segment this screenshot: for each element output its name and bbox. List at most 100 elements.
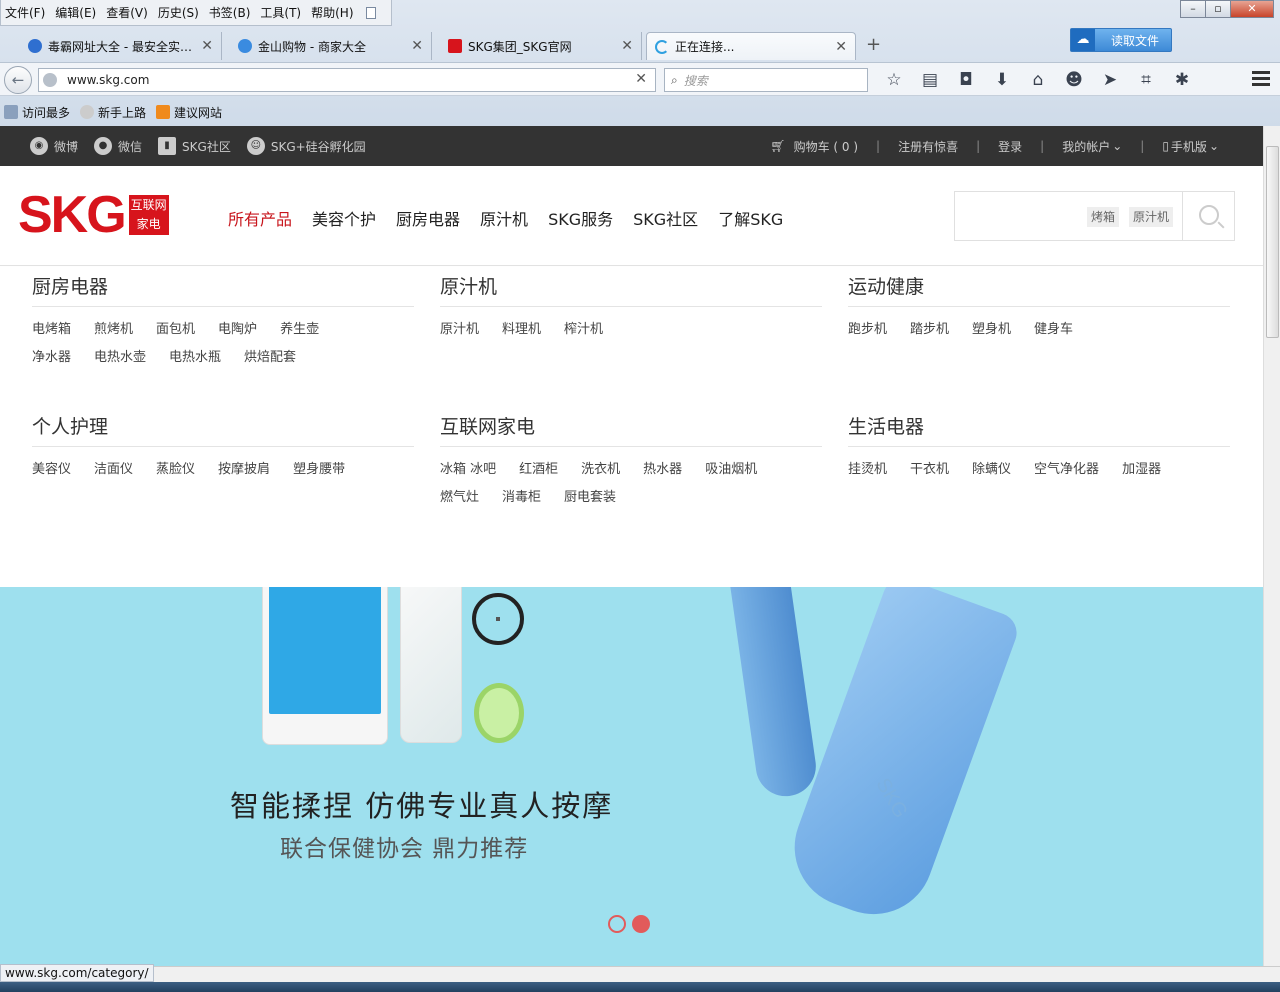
menu-bookmarks[interactable]: 书签(B) <box>209 4 251 21</box>
bookmark-most-visited[interactable]: 访问最多 <box>4 104 70 121</box>
category-item[interactable]: 消毒柜 <box>502 484 541 512</box>
send-icon[interactable]: ➤ <box>1092 67 1128 93</box>
nav-all-products[interactable]: 所有产品 <box>228 206 292 230</box>
tab-jinshan[interactable]: 金山购物 - 商家大全 ✕ <box>230 32 432 60</box>
new-tab-button[interactable]: + <box>866 34 881 55</box>
category-item[interactable]: 美容仪 <box>32 456 71 484</box>
minimize-button[interactable]: – <box>1180 0 1206 18</box>
category-item[interactable]: 吸油烟机 <box>705 456 757 484</box>
category-item[interactable]: 燃气灶 <box>440 484 479 512</box>
category-item[interactable]: 原汁机 <box>440 316 479 344</box>
skg-community-link[interactable]: ▮ SKG社区 <box>158 137 231 155</box>
cart-icon[interactable]: 🛒︎ <box>770 139 785 153</box>
home-icon[interactable]: ⌂ <box>1020 67 1056 93</box>
mobile-link[interactable]: 手机版 <box>1171 138 1207 155</box>
browser-search-input[interactable]: ⌕ 搜索 <box>664 68 868 92</box>
close-tab-icon[interactable]: ✕ <box>411 38 423 54</box>
search-chip-juicer[interactable]: 原汁机 <box>1129 207 1174 227</box>
category-item[interactable]: 电烤箱 <box>32 316 71 344</box>
category-item[interactable]: 电陶炉 <box>218 316 257 344</box>
category-item[interactable]: 踏步机 <box>910 316 949 344</box>
pocket-icon[interactable]: ◘ <box>948 67 984 93</box>
category-item[interactable]: 热水器 <box>643 456 682 484</box>
category-title[interactable]: 生活电器 <box>848 407 1230 447</box>
cart-link[interactable]: 购物车 ( 0 ) <box>794 138 858 155</box>
category-item[interactable]: 干衣机 <box>910 456 949 484</box>
category-title[interactable]: 厨房电器 <box>32 267 414 307</box>
category-item[interactable]: 养生壶 <box>280 316 319 344</box>
screenshot-crop-icon[interactable]: ⌗ <box>1128 67 1164 93</box>
close-tab-icon[interactable]: ✕ <box>201 38 213 54</box>
back-button[interactable]: ← <box>4 66 32 94</box>
page-icon[interactable] <box>365 6 376 19</box>
read-file-button[interactable]: ☁ 读取文件 <box>1070 28 1172 52</box>
login-link[interactable]: 登录 <box>998 138 1022 155</box>
stop-loading-icon[interactable]: ✕ <box>635 71 647 87</box>
close-window-button[interactable]: ✕ <box>1230 0 1274 18</box>
nav-service[interactable]: SKG服务 <box>548 206 613 230</box>
bookmarks-list-icon[interactable]: ▤ <box>912 67 948 93</box>
category-item[interactable]: 塑身机 <box>972 316 1011 344</box>
url-bar[interactable]: www.skg.com ✕ <box>38 68 656 92</box>
carousel-dot-2[interactable] <box>632 915 650 933</box>
nav-about[interactable]: 了解SKG <box>718 206 783 230</box>
hero-banner[interactable]: 智能揉捏 仿佛专业真人按摩 联合保健协会 鼎力推荐 SKG <box>0 587 1263 966</box>
category-item[interactable]: 除螨仪 <box>972 456 1011 484</box>
category-item[interactable]: 蒸脸仪 <box>156 456 195 484</box>
category-title[interactable]: 个人护理 <box>32 407 414 447</box>
category-title[interactable]: 原汁机 <box>440 267 822 307</box>
nav-juicer[interactable]: 原汁机 <box>480 206 528 230</box>
tab-skg[interactable]: SKG集团_SKG官网 ✕ <box>440 32 642 60</box>
menu-file[interactable]: 文件(F) <box>5 4 45 21</box>
menu-edit[interactable]: 编辑(E) <box>55 4 96 21</box>
category-item[interactable]: 煎烤机 <box>94 316 133 344</box>
category-item[interactable]: 跑步机 <box>848 316 887 344</box>
nav-community[interactable]: SKG社区 <box>633 206 698 230</box>
bookmark-star-icon[interactable]: ☆ <box>876 67 912 93</box>
tab-duba[interactable]: 毒霸网址大全 - 最安全实… ✕ <box>20 32 222 60</box>
category-item[interactable]: 净水器 <box>32 344 71 372</box>
category-item[interactable]: 烘焙配套 <box>244 344 296 372</box>
skg-logo[interactable]: SKG 互联网 家电 <box>18 189 169 241</box>
vertical-scrollbar[interactable] <box>1263 126 1280 966</box>
scrollbar-thumb[interactable] <box>1266 146 1279 338</box>
extension-icon[interactable]: ✱ <box>1164 67 1200 93</box>
menu-view[interactable]: 查看(V) <box>106 4 148 21</box>
silicon-valley-link[interactable]: ☺ SKG+硅谷孵化园 <box>246 137 366 155</box>
nav-kitchen[interactable]: 厨房电器 <box>396 206 460 230</box>
category-item[interactable]: 料理机 <box>502 316 541 344</box>
weibo-link[interactable]: ◉ 微博 <box>30 137 78 155</box>
category-item[interactable]: 空气净化器 <box>1034 456 1099 484</box>
maximize-button[interactable]: ▫ <box>1205 0 1231 18</box>
emoji-icon[interactable]: ☻ <box>1056 67 1092 93</box>
menu-help[interactable]: 帮助(H) <box>311 4 353 21</box>
close-tab-icon[interactable]: ✕ <box>835 39 847 55</box>
category-item[interactable]: 塑身腰带 <box>293 456 345 484</box>
category-title[interactable]: 运动健康 <box>848 267 1230 307</box>
account-link[interactable]: 我的帐户 <box>1062 138 1110 155</box>
mobile-icon[interactable]: ▯ <box>1162 139 1169 153</box>
site-search-input[interactable]: 烤箱 原汁机 <box>954 191 1235 241</box>
category-item[interactable]: 电热水瓶 <box>169 344 221 372</box>
category-item[interactable]: 挂烫机 <box>848 456 887 484</box>
category-item[interactable]: 洁面仪 <box>94 456 133 484</box>
bookmark-suggested-sites[interactable]: 建议网站 <box>156 104 222 121</box>
nav-beauty[interactable]: 美容个护 <box>312 206 376 230</box>
close-tab-icon[interactable]: ✕ <box>621 38 633 54</box>
menu-tools[interactable]: 工具(T) <box>260 4 301 21</box>
category-item[interactable]: 洗衣机 <box>581 456 620 484</box>
download-icon[interactable]: ⬇ <box>984 67 1020 93</box>
register-link[interactable]: 注册有惊喜 <box>898 138 958 155</box>
category-item[interactable]: 红酒柜 <box>519 456 558 484</box>
category-item[interactable]: 按摩披肩 <box>218 456 270 484</box>
search-chip-oven[interactable]: 烤箱 <box>1087 207 1120 227</box>
category-item[interactable]: 冰箱 冰吧 <box>440 456 496 484</box>
horizontal-scrollbar[interactable] <box>0 966 1280 982</box>
category-item[interactable]: 加湿器 <box>1122 456 1161 484</box>
category-item[interactable]: 厨电套装 <box>564 484 616 512</box>
category-item[interactable]: 榨汁机 <box>564 316 603 344</box>
category-item[interactable]: 健身车 <box>1034 316 1073 344</box>
carousel-dot-1[interactable] <box>608 915 626 933</box>
category-title[interactable]: 互联网家电 <box>440 407 822 447</box>
menu-history[interactable]: 历史(S) <box>158 4 199 21</box>
